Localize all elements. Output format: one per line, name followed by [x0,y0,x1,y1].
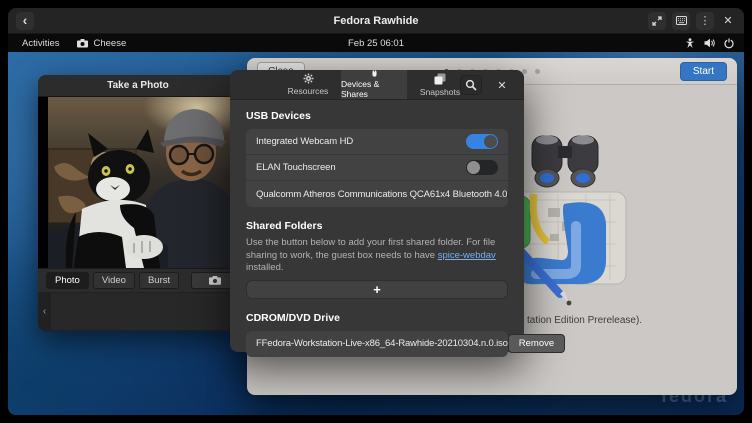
mode-burst-button[interactable]: Burst [139,272,179,289]
remove-iso-button[interactable]: Remove [508,334,565,353]
usb-device-toggle[interactable] [507,187,508,202]
window-close-icon: ✕ [723,14,732,27]
snapshots-icon [434,73,446,85]
cheese-title: Take a Photo [107,80,169,91]
cheese-titlebar: Take a Photo [38,75,238,97]
tab-snapshots-label: Snapshots [420,87,460,97]
boxes-titlebar: ‹ Fedora Rawhide ⋮ [8,8,744,34]
tab-devices-shares-label: Devices & Shares [341,79,407,99]
toggle-knob [484,135,497,148]
dialog-tabbar: Resources Devices & Shares [230,70,524,100]
volume-icon [704,38,715,48]
gnome-shell-topbar: Activities Cheese Feb 25 06:01 [8,34,744,52]
chevron-left-icon: ‹ [43,306,46,317]
usb-device-name: ELAN Touchscreen [256,162,336,173]
add-shared-folder-button[interactable]: + [246,280,508,299]
dialog-content: USB Devices Integrated Webcam HD ELAN To… [230,100,524,357]
shared-folders-heading: Shared Folders [246,220,508,232]
gallery-strip[interactable] [51,293,238,330]
search-button[interactable] [460,75,482,95]
usb-device-row: Integrated Webcam HD [246,129,508,155]
usb-devices-list: Integrated Webcam HD ELAN Touchscreen Qu… [246,129,508,207]
screenshot-stage: ‹ Fedora Rawhide ⋮ [0,0,752,423]
usb-devices-heading: USB Devices [246,110,508,122]
search-icon [465,79,477,91]
cheese-gallery: ‹ [38,292,238,331]
prerelease-text: tation Edition Prerelease). [527,315,642,326]
webcam-image [48,97,238,268]
keyboard-button[interactable] [672,12,690,30]
vm-desktop: fedora Close Start [8,52,744,415]
back-button[interactable]: ‹ [16,12,34,30]
tab-devices-shares[interactable]: Devices & Shares [341,70,407,99]
usb-device-toggle[interactable] [466,160,498,175]
dialog-tabs: Resources Devices & Shares [275,70,473,99]
webcam-preview [38,97,238,268]
kebab-menu-icon: ⋮ [700,14,711,27]
window-close-button[interactable]: ✕ [720,12,736,30]
boxes-window: ‹ Fedora Rawhide ⋮ [8,8,744,415]
usb-device-row: Qualcomm Atheros Communications QCA61x4 … [246,181,508,207]
usb-device-row: ELAN Touchscreen [246,155,508,181]
fullscreen-icon [652,16,662,26]
system-tray[interactable] [685,38,734,49]
titlebar-actions: ⋮ ✕ [648,12,736,30]
cheese-window: Take a Photo [38,75,238,331]
plus-icon: + [373,282,381,297]
dialog-close-icon: ✕ [497,79,506,92]
gear-icon [303,73,314,84]
mouse-icon [370,70,379,77]
window-title: Fedora Rawhide [8,15,744,27]
usb-device-toggle[interactable] [466,134,498,149]
back-icon: ‹ [23,12,28,28]
iso-name: FFedora-Workstation-Live-x86_64-Rawhide-… [256,338,508,349]
accessibility-icon [685,38,695,49]
gallery-prev-button[interactable]: ‹ [38,292,51,331]
usb-device-name: Qualcomm Atheros Communications QCA61x4 … [256,189,507,200]
toggle-knob [467,161,480,174]
clock[interactable]: Feb 25 06:01 [8,38,744,49]
spice-webdav-link[interactable]: spice-webdav [438,250,496,261]
mode-video-button[interactable]: Video [93,272,135,289]
cheese-mode-bar: Photo Video Burst [38,268,238,292]
usb-device-name: Integrated Webcam HD [256,136,353,147]
tab-resources[interactable]: Resources [275,70,341,99]
menu-button[interactable]: ⋮ [696,12,714,30]
power-icon [724,38,734,49]
shared-folders-description: Use the button below to add your first s… [246,237,508,275]
fullscreen-button[interactable] [648,12,666,30]
mode-photo-button[interactable]: Photo [46,272,89,289]
keyboard-icon [676,16,687,25]
tab-resources-label: Resources [288,86,329,96]
page-dot [535,69,540,74]
binoculars-map-illustration [502,130,652,310]
cdrom-row: FFedora-Workstation-Live-x86_64-Rawhide-… [246,331,508,357]
description-text: installed. [246,262,284,273]
dialog-close-button[interactable]: ✕ [492,75,512,95]
cdrom-heading: CDROM/DVD Drive [246,312,508,324]
properties-dialog: Resources Devices & Shares [230,70,524,352]
camera-shutter-icon [209,276,221,285]
